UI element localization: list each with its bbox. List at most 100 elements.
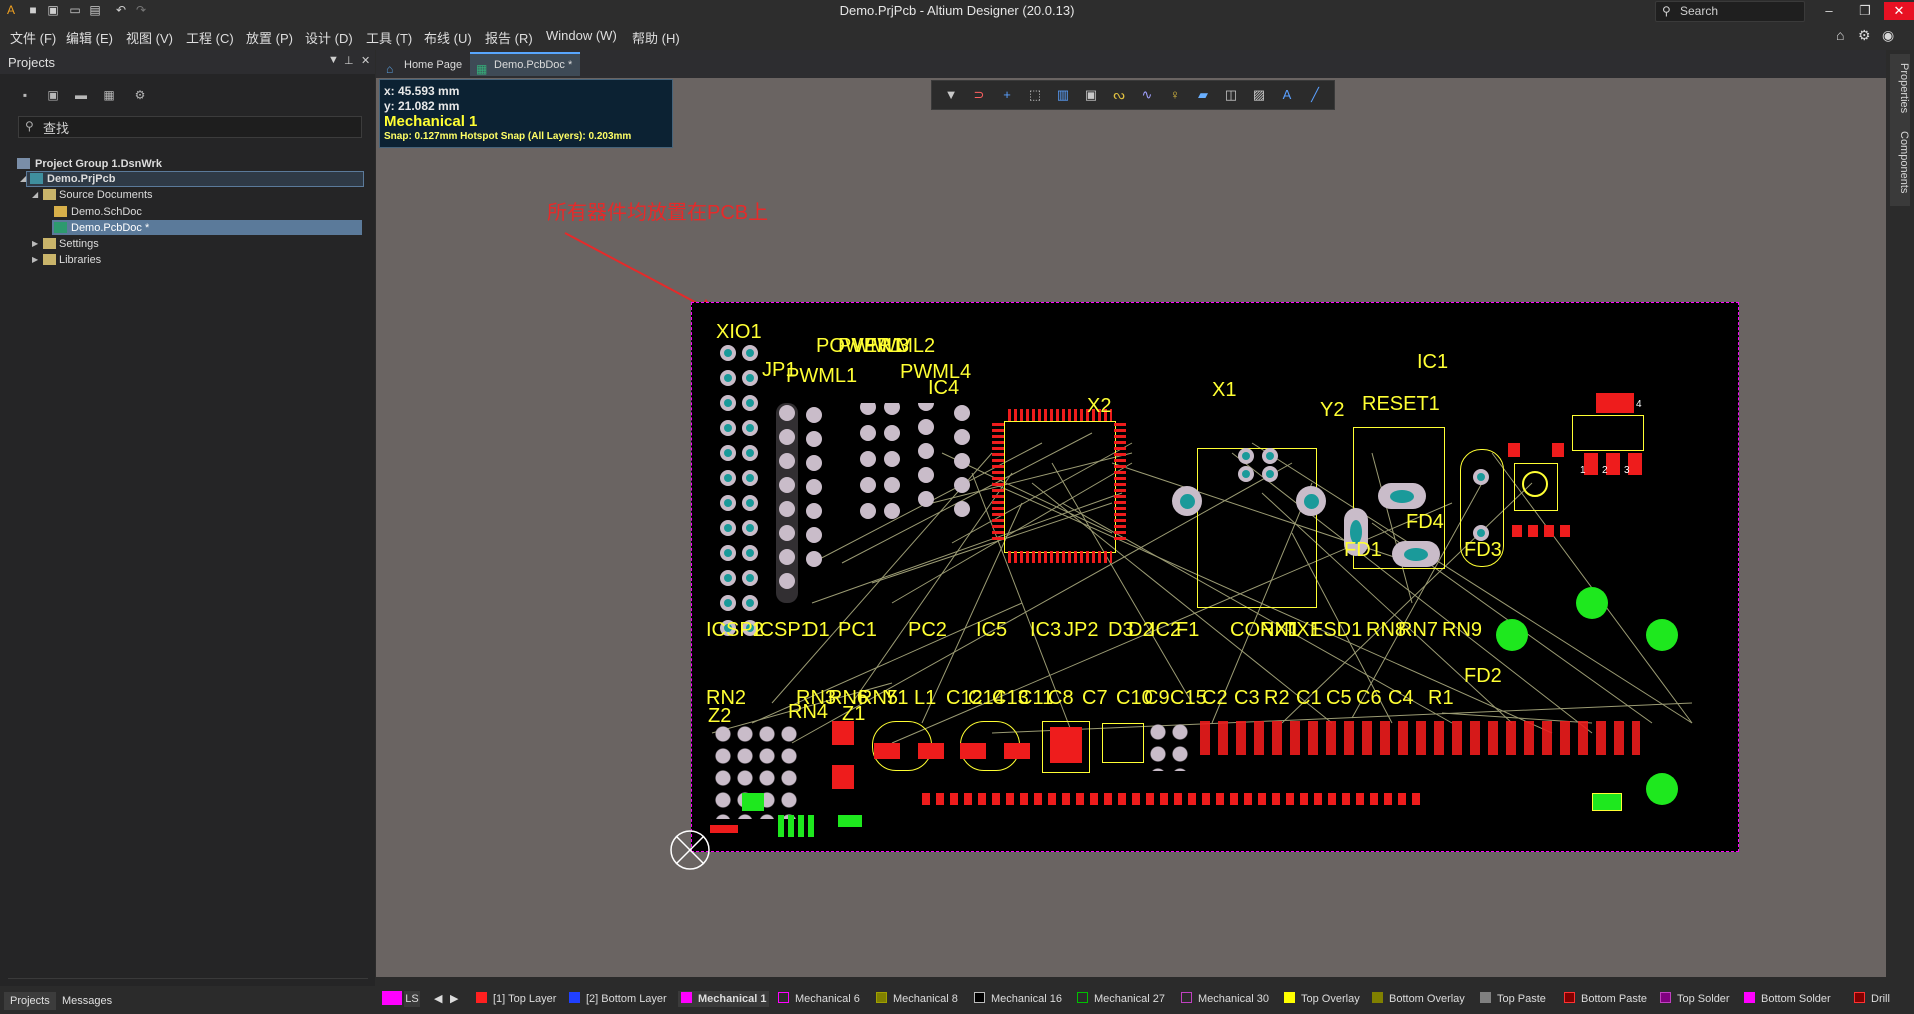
panel-menu-icon[interactable]: ▼ — [328, 54, 339, 66]
diff-pair-icon[interactable]: ∿ — [1136, 86, 1158, 104]
layer-tab-mechanical-6[interactable]: Mechanical 6 — [778, 991, 860, 1007]
layer-tab-top-paste[interactable]: Top Paste — [1480, 991, 1546, 1007]
menu-project[interactable]: 工程 (C) — [186, 28, 234, 47]
menu-design[interactable]: 设计 (D) — [305, 28, 353, 47]
projects-search-input[interactable] — [41, 118, 345, 136]
route-icon[interactable]: ⊃ — [968, 86, 990, 104]
label-fd3: FD3 — [1464, 539, 1502, 561]
tree-item-libraries[interactable]: ▶ Libraries — [0, 252, 375, 268]
polygon-icon[interactable]: ▰ — [1192, 86, 1214, 104]
label-c5: C5 — [1326, 687, 1352, 709]
menu-place[interactable]: 放置 (P) — [246, 28, 293, 47]
ic3-outline — [1102, 723, 1144, 763]
tree-item-schdoc[interactable]: Demo.SchDoc — [0, 204, 375, 220]
layer-tab-top-overlay[interactable]: Top Overlay — [1284, 991, 1360, 1007]
layer-tab-top-layer[interactable]: [1] Top Layer — [476, 991, 556, 1007]
keepout-icon[interactable]: ◫ — [1220, 86, 1242, 104]
tree-item-source-documents[interactable]: ◢ Source Documents — [0, 187, 375, 203]
gear-icon[interactable]: ⚙ — [1858, 27, 1871, 44]
label-y1: Y1 — [884, 687, 909, 709]
restore-button[interactable]: ❐ — [1850, 2, 1880, 20]
layer-tab-bottom-layer[interactable]: [2] Bottom Layer — [569, 991, 667, 1007]
text-icon[interactable]: A — [1276, 86, 1298, 104]
home-icon[interactable]: ⌂ — [1836, 27, 1844, 43]
tab-properties[interactable]: Properties — [1890, 54, 1910, 122]
layer-scroll-left-icon[interactable]: ◀ — [434, 991, 442, 1007]
user-icon[interactable]: ◉ — [1882, 27, 1894, 44]
via-icon[interactable]: ♀ — [1164, 86, 1186, 104]
tab-label: Home Page — [404, 59, 463, 71]
menu-view[interactable]: 视图 (V) — [126, 28, 173, 47]
panel-close-icon[interactable]: ✕ — [361, 54, 370, 67]
interactive-route-icon[interactable]: ᔓ — [1108, 86, 1130, 104]
layer-tab-mechanical-30[interactable]: Mechanical 30 — [1181, 991, 1269, 1007]
align-icon[interactable]: ▥ — [1052, 86, 1074, 104]
tree-item-project[interactable]: ◢ Demo.PrjPcb — [0, 171, 375, 187]
layer-color-swatch — [1284, 992, 1295, 1003]
ic4-pads-right — [1114, 423, 1126, 543]
pcb-board[interactable]: XIO1 JP1 PWML1 POWER1 PWML3 PWML2 PWML4 … — [691, 302, 1739, 852]
layer-tab-bottom-overlay[interactable]: Bottom Overlay — [1372, 991, 1465, 1007]
layer-color-swatch — [1077, 992, 1088, 1003]
expand-arrow-icon[interactable]: ◢ — [32, 187, 38, 203]
tab-projects[interactable]: Projects — [4, 992, 56, 1010]
filter-icon[interactable]: ▼ — [940, 86, 962, 104]
layer-tab-mechanical-27[interactable]: Mechanical 27 — [1077, 991, 1165, 1007]
tab-messages[interactable]: Messages — [56, 992, 118, 1010]
add-icon[interactable]: + — [996, 86, 1018, 104]
save-project-icon[interactable]: ▪ — [16, 86, 34, 104]
close-button[interactable]: ✕ — [1884, 2, 1914, 20]
menu-tools[interactable]: 工具 (T) — [366, 28, 412, 47]
dimension-icon[interactable]: ▨ — [1248, 86, 1270, 104]
projects-search[interactable]: ⚲ — [18, 116, 362, 138]
layer-color-swatch — [1372, 992, 1383, 1003]
layer-scroll-right-icon[interactable]: ▶ — [450, 991, 458, 1007]
label-z2: Z2 — [708, 705, 732, 727]
menu-file[interactable]: 文件 (F) — [10, 28, 56, 47]
layer-tab-top-solder[interactable]: Top Solder — [1660, 991, 1730, 1007]
layer-label: Top Overlay — [1301, 993, 1360, 1005]
layer-tab-bottom-solder[interactable]: Bottom Solder — [1744, 991, 1831, 1007]
layer-color-swatch — [1480, 992, 1491, 1003]
tree-item-settings[interactable]: ▶ Settings — [0, 236, 375, 252]
pin-icon[interactable]: ⊥ — [344, 54, 354, 67]
line-icon[interactable]: ╱ — [1304, 86, 1326, 104]
layer-tab-bottom-paste[interactable]: Bottom Paste — [1564, 991, 1647, 1007]
component-icon[interactable]: ▣ — [1080, 86, 1102, 104]
collapse-arrow-icon[interactable]: ▶ — [32, 252, 38, 268]
settings-gear-icon[interactable]: ⚙ — [131, 86, 149, 104]
y-coordinate: y: 21.082 mm — [384, 99, 460, 113]
layer-tab-mechanical-1[interactable]: Mechanical 1 — [678, 991, 770, 1007]
tree-item-pcbdoc[interactable]: Demo.PcbDoc * — [0, 220, 375, 236]
select-rect-icon[interactable]: ⬚ — [1024, 86, 1046, 104]
tab-components[interactable]: Components — [1890, 118, 1910, 206]
layer-tab-mechanical-16[interactable]: Mechanical 16 — [974, 991, 1062, 1007]
tree-item-project-group[interactable]: Project Group 1.DsnWrk — [0, 156, 375, 172]
tab-pcbdoc[interactable]: ▦ Demo.PcbDoc * — [470, 52, 581, 76]
label-fd4: FD4 — [1406, 511, 1444, 533]
expand-arrow-icon[interactable]: ◢ — [20, 171, 26, 187]
menu-help[interactable]: 帮助 (H) — [632, 28, 680, 47]
snap-info: Snap: 0.127mm Hotspot Snap (All Layers):… — [384, 131, 632, 142]
layer-tab-mechanical-8[interactable]: Mechanical 8 — [876, 991, 958, 1007]
global-search[interactable]: ⚲ Search — [1655, 1, 1805, 22]
layer-tab-drill[interactable]: Drill — [1854, 991, 1890, 1007]
rn4-pads — [778, 815, 818, 837]
tab-home-page[interactable]: ⌂ Home Page — [380, 54, 470, 76]
menu-window[interactable]: Window (W) — [546, 28, 617, 43]
current-layer-color-swatch[interactable] — [382, 991, 402, 1005]
add-folder-icon[interactable]: ▦ — [100, 86, 118, 104]
minimize-button[interactable]: – — [1814, 2, 1844, 20]
menu-reports[interactable]: 报告 (R) — [485, 28, 533, 47]
reset1-pad — [1508, 443, 1520, 457]
collapse-arrow-icon[interactable]: ▶ — [32, 236, 38, 252]
menu-edit[interactable]: 编辑 (E) — [66, 28, 113, 47]
open-document-icon[interactable]: ▬ — [72, 86, 90, 104]
home-icon: ⌂ — [386, 62, 394, 76]
layer-set-button[interactable]: LS — [404, 991, 420, 1007]
label-c2: C2 — [1202, 687, 1228, 709]
menu-route[interactable]: 布线 (U) — [424, 28, 472, 47]
label-c1: C1 — [1296, 687, 1322, 709]
document-tabs: ⌂ Home Page ▦ Demo.PcbDoc * — [376, 50, 1886, 78]
compile-icon[interactable]: ▣ — [44, 86, 62, 104]
